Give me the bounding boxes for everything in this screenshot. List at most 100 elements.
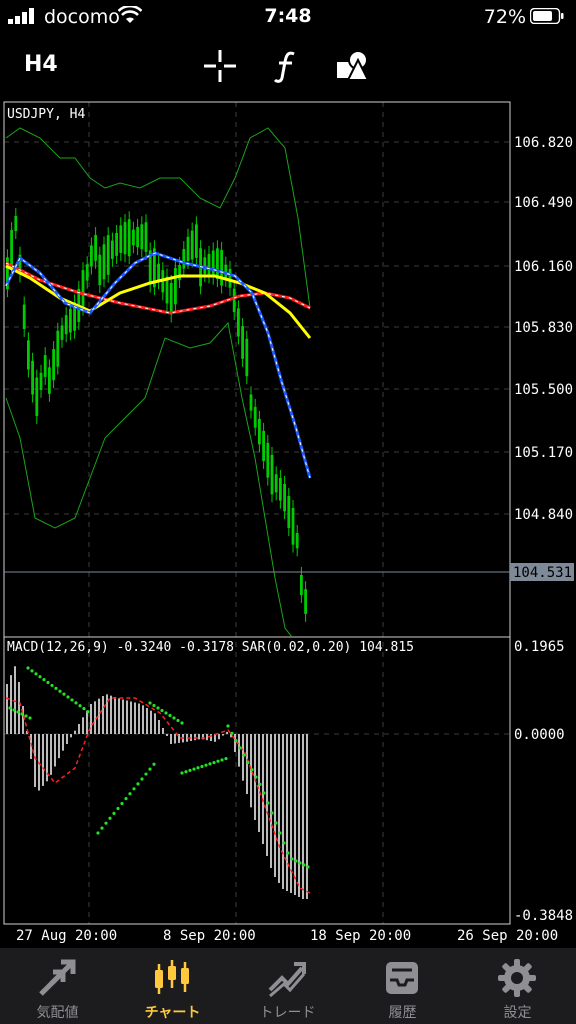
macd-histogram-bar: [86, 710, 88, 734]
candle-body: [253, 406, 257, 428]
macd-histogram-bar: [122, 699, 124, 734]
sar-dot: [184, 770, 188, 774]
sar-dot: [286, 851, 290, 855]
candle-body: [90, 245, 93, 267]
candle-body: [295, 532, 299, 549]
sar-dot: [152, 762, 156, 766]
sar-dot: [212, 760, 216, 765]
sar-dot: [70, 698, 74, 702]
macd-histogram-bar: [10, 675, 12, 734]
macd-histogram-bar: [234, 734, 236, 752]
sar-dot: [86, 709, 90, 714]
macd-histogram-bar: [270, 734, 272, 868]
candle-body: [283, 483, 286, 512]
sar-dot: [266, 801, 270, 805]
function-icon[interactable]: [268, 48, 304, 84]
sar-dot: [62, 692, 66, 696]
price-chart[interactable]: USDJPY, H4 MACD(12,26,9) -0.3240 -0.3178…: [0, 98, 576, 948]
macd-histogram-bar: [166, 734, 168, 736]
sar-dot: [58, 689, 62, 693]
macd-histogram-bar: [114, 697, 116, 734]
macd-histogram-bar: [134, 702, 136, 734]
macd-histogram-bar: [286, 734, 288, 891]
macd-histogram-bar: [74, 730, 76, 734]
sar-dot: [242, 753, 246, 757]
sar-dot: [24, 714, 28, 718]
macd-histogram-bar: [142, 705, 144, 734]
sar-dot: [30, 669, 34, 673]
macd-histogram-bar: [78, 724, 80, 734]
candle-body: [190, 230, 194, 260]
tab-history[interactable]: 履歴: [345, 948, 460, 1024]
macd-histogram-bar: [18, 682, 20, 734]
sar-dot: [270, 811, 274, 815]
sar-dot: [54, 686, 58, 690]
tab-quotes[interactable]: 気配値: [0, 948, 115, 1024]
sar-dot: [124, 797, 128, 801]
candle-body: [136, 226, 139, 248]
sar-dot: [12, 708, 16, 712]
candle-body: [27, 340, 30, 370]
candle-body: [106, 235, 110, 275]
sar-dot: [156, 706, 160, 710]
candle-body: [262, 430, 265, 461]
bottom-tab-bar: 気配値 チャート トレード 履歴 設定: [0, 948, 576, 1024]
price-tick: 106.820: [514, 135, 573, 151]
candle-body: [287, 495, 291, 528]
sar-dot: [192, 767, 196, 771]
tab-trade[interactable]: トレード: [230, 948, 345, 1024]
date-tick: 26 Sep 20:00: [457, 928, 558, 944]
candle-body: [140, 224, 144, 250]
macd-histogram-bar: [306, 734, 308, 899]
macd-histogram-bar: [170, 734, 172, 744]
quotes-arrows-icon: [39, 959, 76, 996]
macd-histogram-bar: [34, 734, 36, 787]
candle-body: [14, 215, 18, 232]
macd-histogram-bar: [158, 720, 160, 734]
macd-histogram-bar: [162, 728, 164, 734]
candle-body: [203, 257, 207, 275]
macd-histogram-bar: [146, 708, 148, 734]
macd-histogram-bar: [210, 734, 212, 741]
sar-dot: [220, 758, 224, 762]
sar-dot: [160, 708, 164, 713]
sar-dot: [204, 763, 208, 767]
price-tick: 104.840: [514, 507, 573, 523]
crosshair-icon[interactable]: [202, 48, 238, 84]
candle-body: [304, 589, 307, 614]
sar-dot: [278, 831, 282, 835]
candle-body: [216, 248, 219, 280]
macd-histogram-bar: [102, 696, 104, 734]
candle-body: [123, 221, 127, 255]
candle-body: [279, 477, 282, 501]
sar-dot: [74, 701, 78, 705]
chart-canvas[interactable]: USDJPY, H4 MACD(12,26,9) -0.3240 -0.3178…: [0, 98, 576, 948]
macd-histogram-bar: [14, 666, 16, 734]
candle-body: [35, 377, 39, 416]
tab-chart[interactable]: チャート: [115, 948, 230, 1024]
sar-dot: [200, 764, 204, 769]
candle-body: [211, 250, 215, 277]
price-tick: 105.170: [514, 445, 573, 461]
sar-dot: [66, 695, 70, 699]
indicator-label: MACD(12,26,9) -0.3240 -0.3178 SAR(0.02,0…: [7, 640, 414, 655]
price-tick: 105.500: [514, 382, 573, 398]
candle-body: [69, 308, 72, 333]
tab-settings[interactable]: 設定: [460, 948, 575, 1024]
macd-histogram-bar: [42, 734, 44, 786]
timeframe-button[interactable]: H4: [24, 52, 58, 77]
macd-histogram-bar: [226, 731, 228, 734]
macd-histogram-bar: [66, 734, 68, 744]
sar-dot: [46, 680, 50, 685]
candle-body: [258, 418, 261, 445]
objects-icon[interactable]: [334, 48, 370, 84]
candle-body: [174, 268, 177, 305]
candle-body: [266, 442, 270, 478]
price-tick: 106.160: [514, 259, 573, 275]
candle-body: [39, 372, 43, 390]
battery-icon: [530, 8, 564, 24]
candle-body: [98, 254, 102, 286]
candle-body: [237, 308, 240, 337]
candle-body: [60, 325, 64, 340]
sar-dot: [148, 701, 152, 705]
